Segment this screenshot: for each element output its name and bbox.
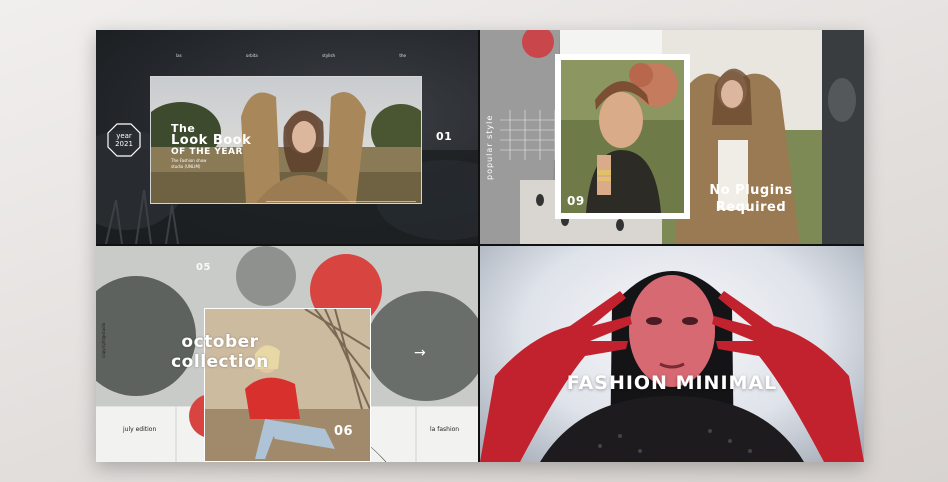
vertical-style-label: popular style — [485, 114, 494, 180]
badge-year-value: 2021 — [115, 140, 133, 148]
badge-year-label: year — [116, 132, 132, 140]
lookbook-title-sub: OF THE YEAR — [171, 147, 243, 157]
preview-backdrop: las orbita stylish the year 2021 The Loo… — [0, 0, 948, 482]
slide-number: 01 — [436, 130, 453, 143]
nav-item: stylish — [322, 53, 336, 58]
year-badge: year 2021 — [107, 123, 141, 157]
panel-no-plugins: 09 popular style No Plugins Required — [480, 30, 864, 244]
lookbook-caption-2: studio (UNLIM) — [171, 164, 201, 169]
red-gloves-portrait — [480, 271, 864, 462]
slide-number: 06 — [334, 424, 354, 439]
slide-number-top: 05 — [196, 262, 211, 273]
nav-item: las — [176, 53, 182, 58]
template-preview-grid: las orbita stylish the year 2021 The Loo… — [96, 30, 864, 462]
caption-right: la fashion — [430, 426, 460, 433]
vertical-copyright-label: copyright@studio — [101, 322, 106, 358]
nav-item: orbita — [246, 53, 258, 58]
title-line-1: october — [181, 332, 259, 352]
nav-item: the — [399, 53, 406, 58]
lookbook-caption-1: The Fashion show — [171, 158, 207, 163]
no-plugins-headline: No Plugins Required — [696, 182, 806, 216]
arrow-right-icon: → — [414, 345, 426, 361]
panel-look-book: las orbita stylish the year 2021 The Loo… — [96, 30, 478, 244]
portrait-card: 09 — [555, 54, 690, 219]
lookbook-title-main: Look Book — [171, 133, 252, 148]
card-number: 09 — [567, 194, 585, 208]
panel-october-collection: 05 copyright@studio october collection →… — [96, 246, 478, 462]
headline-line-2: Required — [715, 200, 787, 215]
headline-line-1: No Plugins — [709, 183, 793, 198]
panel-fashion-minimal: FASHION MINIMAL — [480, 246, 864, 462]
divider-line — [266, 201, 416, 202]
caption-left: july edition — [123, 426, 157, 433]
title-line-2: collection — [171, 352, 269, 372]
flower-portrait-image — [561, 60, 684, 213]
fashion-minimal-headline: FASHION MINIMAL — [566, 372, 778, 394]
october-title: october collection — [150, 332, 290, 372]
